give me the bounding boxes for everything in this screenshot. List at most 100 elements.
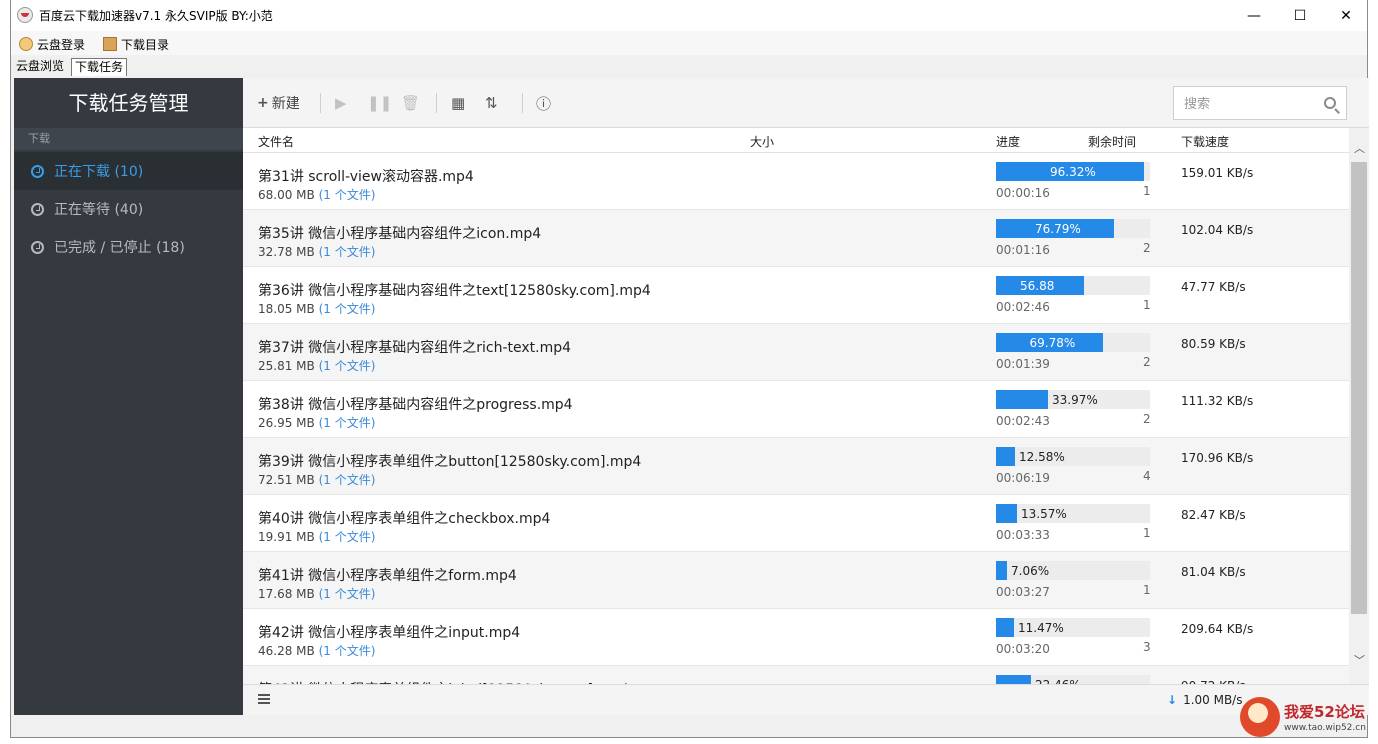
menu-cloud-login[interactable]: 云盘登录 [19, 35, 85, 53]
file-count-link[interactable]: (1 个文件) [319, 416, 376, 430]
file-size: 68.00 MB [258, 188, 315, 202]
progress-bar: 96.32% [996, 162, 1150, 181]
clock-icon [31, 202, 44, 216]
table-row[interactable]: 第43讲 微信小程序表单组件之label[12580sky.com].mp4 2… [243, 666, 1349, 684]
file-name: 第37讲 微信小程序基础内容组件之rich-text.mp4 [258, 340, 572, 356]
task-list: 第31讲 scroll-view滚动容器.mp4 68.00 MB (1 个文件)… [243, 153, 1349, 684]
file-name: 第38讲 微信小程序基础内容组件之progress.mp4 [258, 397, 573, 413]
file-size: 25.81 MB [258, 359, 315, 373]
progress-bar: 69.78% [996, 333, 1150, 352]
search-input[interactable] [1184, 94, 1314, 114]
scrollbar[interactable]: ︿ ﹀ [1349, 128, 1369, 684]
connection-count: 1 [1143, 526, 1151, 540]
sidebar-item-label: 正在等待 (40) [54, 202, 144, 218]
connection-count: 4 [1143, 469, 1151, 483]
tab-download-tasks[interactable]: 下载任务 [71, 58, 128, 76]
pause-icon[interactable]: ❚❚ [367, 93, 392, 113]
file-name: 第40讲 微信小程序表单组件之checkbox.mp4 [258, 511, 551, 527]
download-speed: 111.32 KB/s [1181, 394, 1254, 408]
file-size-line: 19.91 MB (1 个文件) [258, 528, 375, 545]
connection-count: 1 [1143, 184, 1151, 198]
sort-icon[interactable]: ⇅ [485, 93, 498, 113]
maximize-button[interactable]: ☐ [1277, 0, 1323, 31]
table-row[interactable]: 第37讲 微信小程序基础内容组件之rich-text.mp4 25.81 MB (… [243, 324, 1349, 381]
remaining-time: 00:01:39 [996, 357, 1050, 371]
sidebar-item-downloading[interactable]: 正在下载 (10) [14, 152, 243, 190]
download-speed: 80.59 KB/s [1181, 337, 1246, 351]
file-size-line: 17.68 MB (1 个文件) [258, 585, 375, 602]
menu-download-dir[interactable]: 下载目录 [103, 35, 169, 53]
table-row[interactable]: 第31讲 scroll-view滚动容器.mp4 68.00 MB (1 个文件)… [243, 153, 1349, 210]
download-speed: 209.64 KB/s [1181, 622, 1254, 636]
connection-count: 2 [1143, 355, 1151, 369]
scroll-up-icon[interactable]: ︿ [1354, 143, 1365, 154]
progress-bar: 33.97% [996, 390, 1150, 409]
file-count-link[interactable]: (1 个文件) [319, 644, 376, 658]
progress-bar: 13.57% [996, 504, 1150, 523]
header-filename[interactable]: 文件名 [258, 133, 294, 150]
download-speed: 159.01 KB/s [1181, 166, 1254, 180]
sidebar-item-finished[interactable]: 已完成 / 已停止 (18) [14, 228, 243, 266]
table-header: 文件名 大小 进度 剩余时间 下载速度 [243, 128, 1349, 153]
progress-bar: 7.06% [996, 561, 1150, 580]
remaining-time: 00:02:46 [996, 300, 1050, 314]
table-row[interactable]: 第35讲 微信小程序基础内容组件之icon.mp4 32.78 MB (1 个文件… [243, 210, 1349, 267]
remaining-time: 00:02:43 [996, 414, 1050, 428]
tab-cloud-browse[interactable]: 云盘浏览 [13, 58, 67, 76]
table-row[interactable]: 第40讲 微信小程序表单组件之checkbox.mp4 19.91 MB (1 个… [243, 495, 1349, 552]
progress-bar: 12.58% [996, 447, 1150, 466]
header-size[interactable]: 大小 [750, 133, 774, 150]
header-progress[interactable]: 进度 [996, 133, 1020, 150]
file-count-link[interactable]: (1 个文件) [319, 530, 376, 544]
progress-percent: 96.32% [1050, 165, 1096, 179]
table-row[interactable]: 第42讲 微信小程序表单组件之input.mp4 46.28 MB (1 个文件)… [243, 609, 1349, 666]
search-box[interactable] [1173, 86, 1347, 120]
file-size: 32.78 MB [258, 245, 315, 259]
file-size-line: 68.00 MB (1 个文件) [258, 186, 375, 203]
file-count-link[interactable]: (1 个文件) [319, 188, 376, 202]
file-size: 17.68 MB [258, 587, 315, 601]
new-task-label: 新建 [271, 96, 300, 112]
file-count-link[interactable]: (1 个文件) [319, 587, 376, 601]
connection-count: 2 [1143, 412, 1151, 426]
new-task-button[interactable]: + 新建 [257, 93, 300, 113]
help-icon[interactable]: ⓘ [536, 93, 551, 113]
progress-fill [996, 447, 1015, 466]
progress-bar: 11.47% [996, 618, 1150, 637]
table-row[interactable]: 第41讲 微信小程序表单组件之form.mp4 17.68 MB (1 个文件) 7… [243, 552, 1349, 609]
menu-icon[interactable] [258, 694, 270, 704]
toolbar-divider [522, 93, 523, 113]
menu-cloud-login-label: 云盘登录 [37, 37, 86, 52]
download-speed: 170.96 KB/s [1181, 451, 1254, 465]
start-icon[interactable]: ▶ [335, 93, 347, 113]
table-row[interactable]: 第36讲 微信小程序基础内容组件之text[12580sky.com].mp4 1… [243, 267, 1349, 324]
header-speed[interactable]: 下载速度 [1181, 133, 1229, 150]
delete-icon[interactable]: 🗑 [401, 93, 420, 113]
cloud-login-icon [19, 37, 33, 51]
sidebar-item-waiting[interactable]: 正在等待 (40) [14, 190, 243, 228]
minimize-button[interactable]: — [1231, 0, 1277, 31]
toolbar: + 新建 ▶ ❚❚ 🗑 ▦ ⇅ ⓘ [243, 78, 1369, 128]
table-row[interactable]: 第38讲 微信小程序基础内容组件之progress.mp4 26.95 MB (1… [243, 381, 1349, 438]
scroll-down-icon[interactable]: ﹀ [1354, 655, 1365, 666]
file-count-link[interactable]: (1 个文件) [319, 473, 376, 487]
folder-icon [103, 37, 117, 51]
grid-view-icon[interactable]: ▦ [451, 93, 465, 113]
file-count-link[interactable]: (1 个文件) [319, 245, 376, 259]
connection-count: 1 [1143, 583, 1151, 597]
window-title: 百度云下载加速器v7.1 永久SVIP版 BY:小范 [39, 9, 273, 23]
header-remaining[interactable]: 剩余时间 [1088, 133, 1136, 150]
file-count-link[interactable]: (1 个文件) [319, 359, 376, 373]
search-icon[interactable] [1324, 97, 1336, 109]
download-manager: 下载任务管理 下载 正在下载 (10) 正在等待 (40) 已完成 / 已停止 … [14, 78, 1369, 715]
table-row[interactable]: 第39讲 微信小程序表单组件之button[12580sky.com].mp4 7… [243, 438, 1349, 495]
connection-count: 3 [1143, 640, 1151, 654]
scrollbar-thumb[interactable] [1351, 162, 1367, 614]
connection-count: 2 [1143, 241, 1151, 255]
file-count-link[interactable]: (1 个文件) [319, 302, 376, 316]
toolbar-divider [436, 93, 437, 113]
sidebar-section-label: 下载 [14, 128, 243, 150]
file-size: 26.95 MB [258, 416, 315, 430]
close-button[interactable]: ✕ [1323, 0, 1369, 31]
progress-fill [996, 504, 1017, 523]
